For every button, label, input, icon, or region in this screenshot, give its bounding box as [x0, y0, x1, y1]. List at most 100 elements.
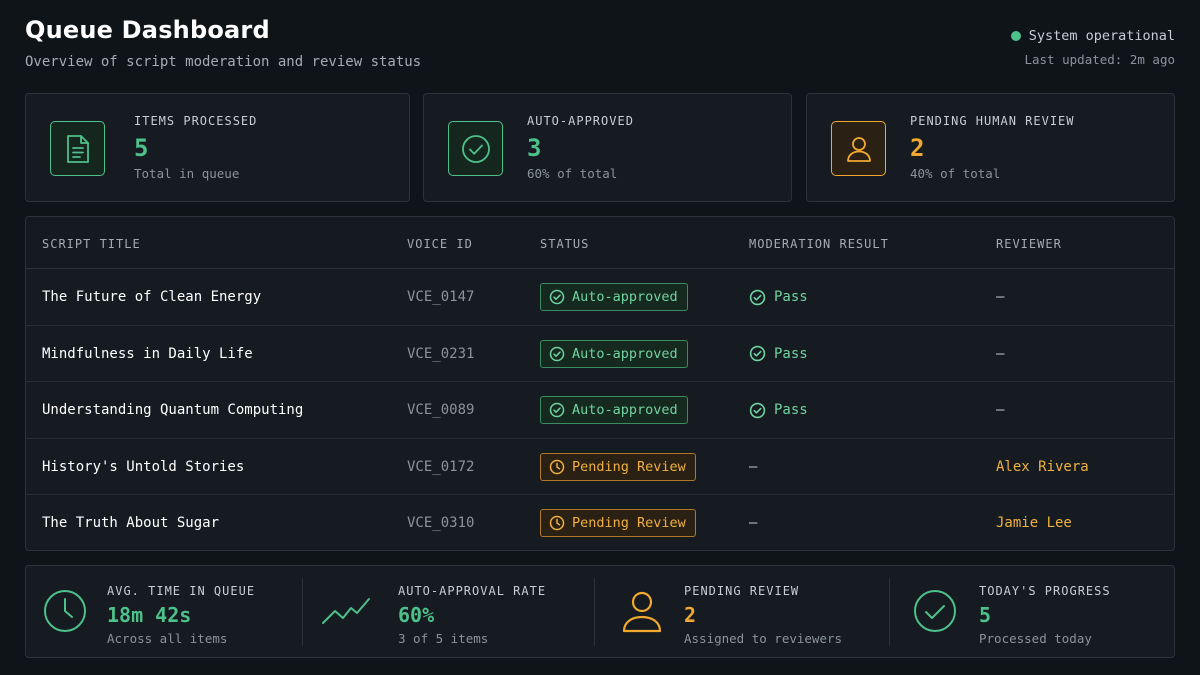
table-row[interactable]: Mindfulness in Daily Life VCE_0231 Auto-… [26, 326, 1174, 382]
system-status: System operational [1010, 28, 1175, 44]
moderation-cell: Pass [749, 382, 808, 438]
card-label: AUTO-APPROVED [527, 114, 634, 128]
column-header-reviewer[interactable]: REVIEWER [996, 237, 1062, 251]
card-auto-approved: AUTO-APPROVED 3 60% of total [423, 93, 792, 202]
card-items-processed: ITEMS PROCESSED 5 Total in queue [25, 93, 410, 202]
reviewer[interactable]: Jamie Lee [996, 495, 1072, 550]
card-subtext: 40% of total [910, 166, 1001, 181]
card-label: PENDING HUMAN REVIEW [910, 114, 1075, 128]
stats-bar: AVG. TIME IN QUEUE 18m 42s Across all it… [25, 565, 1175, 658]
moderation-label: Pass [774, 345, 808, 362]
status-cell: Pending Review [540, 495, 696, 550]
check-circle-icon [914, 590, 956, 632]
user-icon [622, 591, 662, 633]
script-title: The Truth About Sugar [42, 515, 220, 531]
status-cell: Auto-approved [540, 326, 688, 382]
check-circle-icon [749, 345, 766, 362]
status-cell: Auto-approved [540, 269, 688, 325]
summary-cards: ITEMS PROCESSED 5 Total in queue AUTO-AP… [25, 93, 1175, 202]
check-circle-icon [549, 289, 565, 305]
stat-subtext: Across all items [107, 631, 228, 646]
status-label: Pending Review [572, 458, 686, 475]
status-label: Pending Review [572, 515, 686, 531]
page-subtitle: Overview of script moderation and review… [25, 54, 422, 70]
system-status-panel: System operational Last updated: 2m ago [1010, 28, 1175, 67]
card-label: ITEMS PROCESSED [134, 114, 258, 128]
check-circle-icon [448, 121, 503, 176]
status-cell: Auto-approved [540, 382, 688, 438]
card-pending-review: PENDING HUMAN REVIEW 2 40% of total [806, 93, 1175, 202]
page-title: Queue Dashboard [25, 16, 270, 44]
voice-id: VCE_0089 [407, 402, 475, 418]
stat-value: 60% [398, 603, 435, 627]
script-title: The Future of Clean Energy [42, 289, 262, 305]
status-badge: Auto-approved [540, 396, 688, 424]
stat-label: AVG. TIME IN QUEUE [107, 584, 256, 598]
voice-id: VCE_0231 [407, 345, 475, 362]
voice-id: VCE_0310 [407, 515, 475, 531]
voice-id: VCE_0147 [407, 289, 475, 305]
stat-pending-review: PENDING REVIEW 2 Assigned to reviewers [595, 566, 889, 657]
table-row[interactable]: The Future of Clean Energy VCE_0147 Auto… [26, 269, 1174, 326]
status-badge: Auto-approved [540, 339, 688, 368]
column-header-script-title[interactable]: SCRIPT TITLE [42, 237, 141, 251]
stat-value: 5 [979, 603, 992, 627]
status-dot-icon [1010, 31, 1021, 41]
moderation-label: Pass [774, 402, 808, 418]
status-badge: Auto-approved [540, 283, 688, 311]
stat-subtext: Processed today [979, 631, 1092, 646]
reviewer: — [996, 345, 1005, 362]
status-cell: Pending Review [540, 439, 696, 495]
document-icon [50, 121, 105, 176]
column-header-status[interactable]: STATUS [540, 237, 589, 251]
stat-avg-time: AVG. TIME IN QUEUE 18m 42s Across all it… [26, 566, 302, 657]
reviewer: — [996, 402, 1005, 418]
user-icon [831, 121, 886, 176]
script-title: Mindfulness in Daily Life [42, 345, 253, 362]
stat-auto-approval-rate: AUTO-APPROVAL RATE 60% 3 of 5 items [303, 566, 593, 657]
queue-table: SCRIPT TITLE VOICE ID STATUS MODERATION … [25, 216, 1175, 551]
script-title: History's Untold Stories [42, 458, 245, 475]
stat-label: TODAY'S PROGRESS [979, 584, 1111, 598]
status-badge: Pending Review [540, 452, 696, 481]
moderation-result: Pass [749, 345, 808, 362]
clock-icon [44, 590, 86, 632]
card-value: 2 [910, 134, 925, 162]
table-row[interactable]: The Truth About Sugar VCE_0310 Pending R… [26, 495, 1174, 550]
moderation-result: Pass [749, 289, 808, 306]
voice-id: VCE_0172 [407, 458, 475, 475]
moderation-result: — [749, 458, 758, 475]
reviewer: — [996, 289, 1005, 305]
reviewer[interactable]: Alex Rivera [996, 439, 1089, 495]
column-header-voice-id[interactable]: VOICE ID [407, 237, 473, 251]
check-circle-icon [549, 402, 565, 418]
card-subtext: Total in queue [134, 166, 240, 181]
card-value: 5 [134, 134, 149, 162]
table-header: SCRIPT TITLE VOICE ID STATUS MODERATION … [26, 217, 1174, 269]
last-updated: Last updated: 2m ago [1024, 52, 1175, 67]
stat-todays-progress: TODAY'S PROGRESS 5 Processed today [890, 566, 1174, 657]
card-value: 3 [527, 134, 542, 162]
column-header-moderation-result[interactable]: MODERATION RESULT [749, 237, 889, 251]
check-circle-icon [749, 402, 766, 418]
stat-value: 18m 42s [107, 603, 192, 627]
card-subtext: 60% of total [527, 166, 618, 181]
page-header: Queue Dashboard Overview of script moder… [25, 16, 1175, 76]
check-circle-icon [549, 346, 565, 361]
moderation-label: Pass [774, 289, 808, 305]
system-status-label: System operational [1028, 28, 1175, 44]
moderation-result: Pass [749, 402, 808, 419]
clock-icon [549, 515, 565, 531]
stat-subtext: 3 of 5 items [398, 631, 489, 646]
check-circle-icon [749, 289, 766, 305]
table-row[interactable]: Understanding Quantum Computing VCE_0089… [26, 382, 1174, 439]
stat-label: PENDING REVIEW [684, 584, 800, 598]
stat-value: 2 [684, 603, 697, 627]
table-row[interactable]: History's Untold Stories VCE_0172 Pendin… [26, 439, 1174, 495]
status-label: Auto-approved [572, 289, 678, 305]
moderation-result: — [749, 515, 758, 531]
moderation-cell: Pass [749, 269, 808, 325]
status-label: Auto-approved [572, 402, 678, 418]
script-title: Understanding Quantum Computing [42, 402, 304, 418]
trend-line-icon [322, 598, 370, 624]
